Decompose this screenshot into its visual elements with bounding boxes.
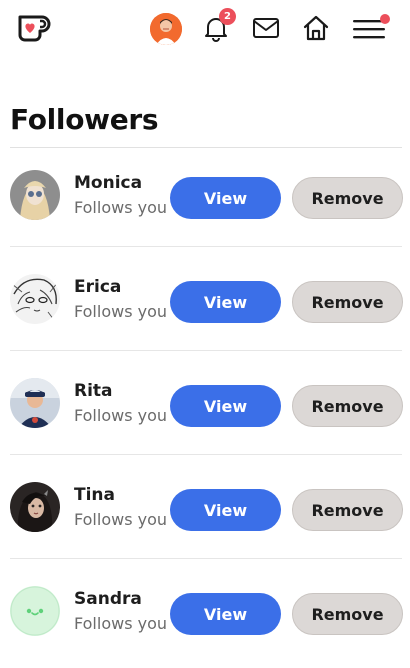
follower-avatar[interactable] (10, 482, 60, 532)
view-button[interactable]: View (170, 593, 281, 635)
remove-button[interactable]: Remove (292, 489, 403, 531)
view-button[interactable]: View (170, 177, 281, 219)
follower-name: Rita (74, 381, 113, 401)
view-button[interactable]: View (170, 281, 281, 323)
home-icon[interactable] (300, 12, 332, 44)
follower-name: Sandra (74, 589, 142, 609)
follower-row: Monica Follows you View Remove (10, 148, 403, 252)
profile-avatar-icon[interactable] (150, 13, 182, 45)
follower-row: Tina Follows you View Remove (10, 460, 403, 564)
remove-button[interactable]: Remove (292, 281, 403, 323)
follower-avatar[interactable] (10, 378, 60, 428)
row-divider (10, 246, 402, 247)
mail-icon[interactable] (250, 13, 282, 43)
follower-avatar[interactable] (10, 586, 60, 636)
remove-button[interactable]: Remove (292, 593, 403, 635)
follower-row: Sandra Follows you View Remove (10, 564, 403, 668)
row-divider (10, 454, 402, 455)
follower-name: Erica (74, 277, 122, 297)
follower-status: Follows you (74, 614, 168, 633)
follower-status: Follows you (74, 198, 168, 217)
follower-avatar[interactable] (10, 274, 60, 324)
follower-status: Follows you (74, 406, 168, 425)
follower-name: Tina (74, 485, 115, 505)
menu-notification-dot (380, 14, 390, 24)
row-divider (10, 558, 402, 559)
follower-status: Follows you (74, 510, 168, 529)
top-nav-bar: 2 (0, 0, 410, 56)
follower-avatar[interactable] (10, 170, 60, 220)
follower-row: Rita Follows you View Remove (10, 356, 403, 460)
view-button[interactable]: View (170, 489, 281, 531)
row-divider (10, 350, 402, 351)
ko-fi-logo-icon[interactable] (16, 11, 52, 43)
remove-button[interactable]: Remove (292, 177, 403, 219)
remove-button[interactable]: Remove (292, 385, 403, 427)
view-button[interactable]: View (170, 385, 281, 427)
follower-name: Monica (74, 173, 143, 193)
page-title: Followers (10, 103, 159, 136)
follower-status: Follows you (74, 302, 168, 321)
notification-count-badge: 2 (219, 8, 236, 25)
follower-row: Erica Follows you View Remove (10, 252, 403, 356)
